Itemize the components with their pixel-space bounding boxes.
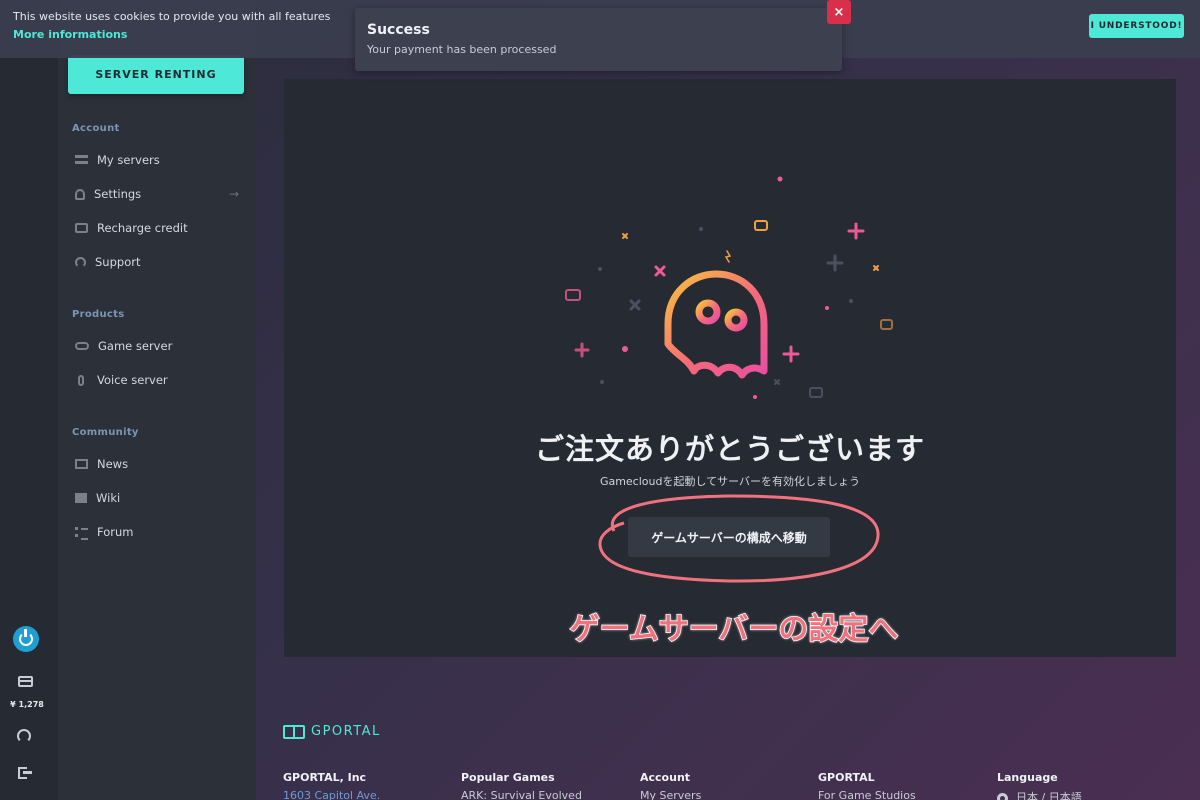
language-option[interactable]: 日本 / 日本語 [997, 789, 1082, 800]
list-icon [75, 155, 88, 165]
sidebar-item-label: Game server [98, 339, 173, 353]
sidebar-item-game-server[interactable]: Game server [75, 335, 245, 357]
credit-balance: ¥ 1,278 [10, 700, 44, 709]
sidebar-item-label: Voice server [97, 373, 168, 387]
arrow-right-icon: → [228, 187, 239, 201]
activation-subtitle: Gamecloudを起動してサーバーを有効化しましょう [599, 475, 861, 488]
toast-title: Success [367, 22, 430, 38]
server-renting-button[interactable]: SERVER RENTING [68, 55, 244, 94]
sidebar-item-settings[interactable]: Settings → [75, 183, 245, 205]
sidebar-item-news[interactable]: News [75, 453, 245, 475]
sidebar-item-label: Wiki [96, 491, 121, 505]
confetti-decoration [565, 176, 893, 399]
gamepad-icon [75, 342, 89, 350]
footer-link[interactable]: 1603 Capitol Ave. [283, 789, 380, 800]
radio-icon[interactable] [997, 792, 1008, 800]
footer-column-popular-games: Popular Games ARK: Survival Evolved [461, 771, 582, 800]
understood-button[interactable]: I UNDERSTOOD! [1089, 14, 1184, 38]
user-icon [75, 188, 85, 200]
sidebar-item-recharge-credit[interactable]: Recharge credit [75, 217, 245, 239]
sidebar-item-label: Support [95, 255, 141, 269]
newspaper-icon [75, 459, 88, 469]
sidebar-section-products: Products [72, 309, 125, 320]
sidebar-section-account: Account [72, 123, 120, 134]
footer-brand: GPORTAL [311, 724, 381, 739]
headset-icon[interactable] [17, 729, 31, 743]
footer-heading: Popular Games [461, 771, 555, 784]
order-confirmation-panel: ご注文ありがとうございます Gamecloudを起動してサーバーを有効化しましょ… [284, 79, 1176, 657]
cookie-message: This website uses cookies to provide you… [13, 10, 331, 23]
book-icon [75, 493, 87, 503]
footer-logo[interactable]: GPORTAL [283, 724, 381, 739]
thank-you-heading: ご注文ありがとうございます [534, 432, 925, 466]
footer-link[interactable]: ARK: Survival Evolved [461, 789, 582, 800]
credit-card-icon [75, 223, 88, 233]
footer-column-language: Language 日本 / 日本語 [997, 771, 1082, 800]
footer-column-company: GPORTAL, Inc 1603 Capitol Ave. [283, 771, 380, 800]
forum-list-icon [75, 527, 88, 540]
power-icon[interactable] [13, 626, 39, 652]
success-toast: Success Your payment has been processed … [355, 0, 851, 71]
footer-heading: GPORTAL [818, 771, 875, 784]
sidebar: SERVER RENTING Account My servers Settin… [58, 0, 256, 800]
sidebar-item-forum[interactable]: Forum [75, 521, 245, 543]
close-icon[interactable]: × [827, 0, 851, 24]
footer-heading: GPORTAL, Inc [283, 771, 367, 784]
sidebar-item-label: News [97, 457, 129, 471]
annotation-label: ゲームサーバーの設定へ [569, 611, 899, 648]
credit-card-icon[interactable] [18, 676, 33, 687]
footer-link[interactable]: My Servers [640, 789, 701, 800]
footer-heading: Account [640, 771, 691, 784]
sidebar-item-wiki[interactable]: Wiki [75, 487, 245, 509]
sidebar-item-voice-server[interactable]: Voice server [75, 369, 245, 391]
toast-message: Your payment has been processed [367, 43, 557, 56]
sidebar-item-label: Recharge credit [97, 221, 188, 235]
illustration-layer [565, 176, 893, 583]
gportal-logo-icon [283, 724, 305, 739]
footer-link[interactable]: For Game Studios [818, 789, 916, 800]
sidebar-item-my-servers[interactable]: My servers [75, 149, 245, 171]
logout-icon[interactable] [18, 767, 32, 779]
headset-icon [75, 256, 86, 268]
go-to-server-config-button[interactable]: ゲームサーバーの構成へ移動 [628, 517, 830, 557]
more-info-link[interactable]: More informations [13, 28, 127, 41]
microphone-icon [78, 374, 84, 386]
footer-column-gportal: GPORTAL For Game Studios [818, 771, 916, 800]
sidebar-item-label: Settings [94, 187, 142, 201]
language-label: 日本 / 日本語 [1016, 791, 1082, 800]
footer-heading: Language [997, 771, 1058, 784]
icon-rail: ¥ 1,278 [0, 0, 58, 800]
sidebar-item-label: Forum [97, 525, 134, 539]
sidebar-item-support[interactable]: Support [75, 251, 245, 273]
sidebar-item-label: My servers [97, 153, 160, 167]
ghost-icon [664, 270, 768, 379]
footer-column-account: Account My Servers [640, 771, 701, 800]
sidebar-section-community: Community [72, 427, 139, 438]
